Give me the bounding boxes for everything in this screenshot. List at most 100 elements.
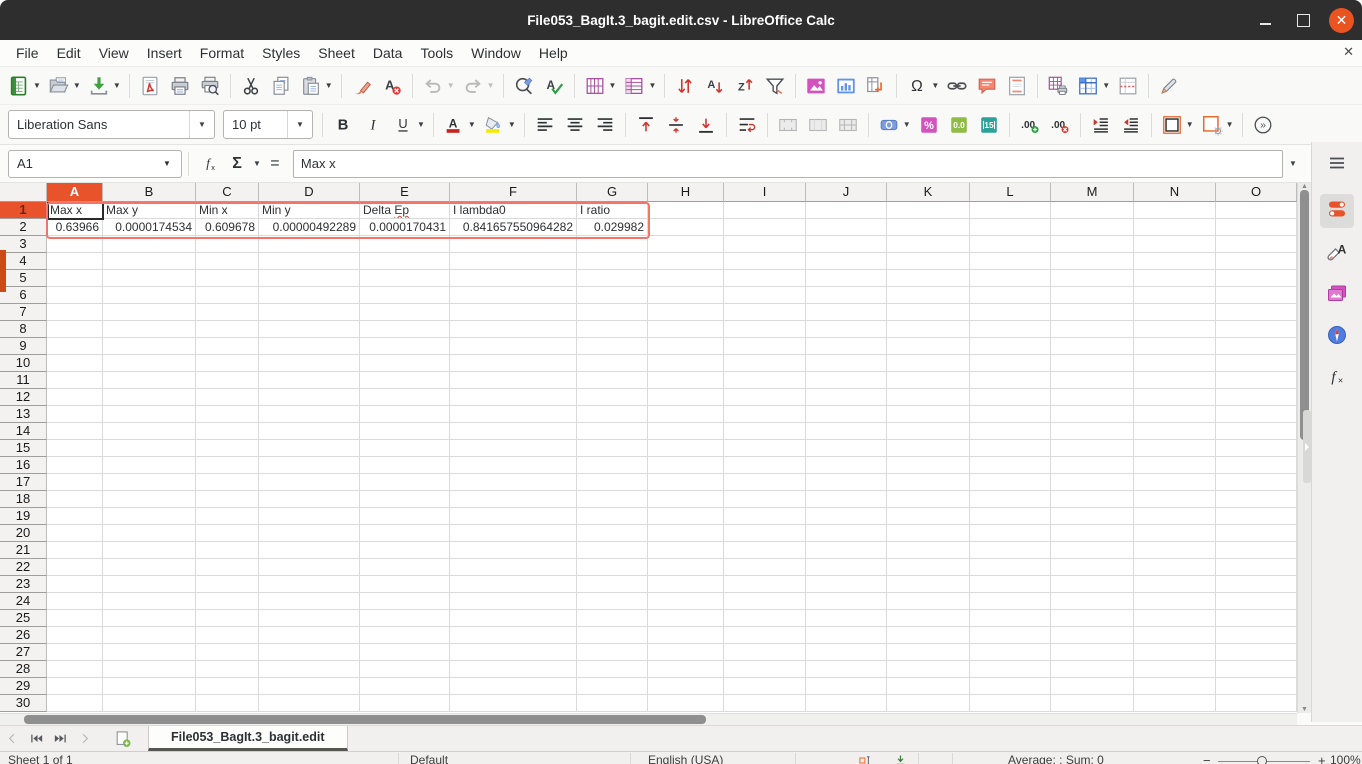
cell-A17[interactable] [47,474,103,491]
cell-M23[interactable] [1051,576,1134,593]
cell-H18[interactable] [648,491,724,508]
column-dropdown[interactable]: ▼ [648,81,656,90]
cell-L10[interactable] [970,355,1051,372]
cell-M16[interactable] [1051,457,1134,474]
cell-O16[interactable] [1216,457,1297,474]
cell-K23[interactable] [887,576,970,593]
cell-G13[interactable] [577,406,648,423]
formula-input[interactable]: Max x [293,150,1283,178]
cell-C29[interactable] [196,678,259,695]
cell-A10[interactable] [47,355,103,372]
cell-M26[interactable] [1051,627,1134,644]
row-header-9[interactable]: 9 [0,338,47,355]
cell-F28[interactable] [450,661,577,678]
cell-E23[interactable] [360,576,450,593]
cell-N21[interactable] [1134,542,1216,559]
cell-G3[interactable] [577,236,648,253]
cell-I1[interactable] [724,202,806,219]
cell-B3[interactable] [103,236,196,253]
cell-M11[interactable] [1051,372,1134,389]
font-color-dropdown[interactable]: ▼ [468,120,476,129]
cell-M8[interactable] [1051,321,1134,338]
cell-N10[interactable] [1134,355,1216,372]
insert-image-button[interactable] [801,71,831,101]
increase-indent-button[interactable] [1086,110,1116,140]
cell-O27[interactable] [1216,644,1297,661]
border-style-button[interactable]: ▼ [1197,110,1237,140]
align-bottom-button[interactable] [691,110,721,140]
cell-J4[interactable] [806,253,887,270]
cell-D1[interactable]: Min y [259,202,360,219]
cell-M20[interactable] [1051,525,1134,542]
row-header-28[interactable]: 28 [0,661,47,678]
column-header-A[interactable]: A [47,183,103,202]
cell-O29[interactable] [1216,678,1297,695]
cell-G12[interactable] [577,389,648,406]
cell-O20[interactable] [1216,525,1297,542]
cell-C16[interactable] [196,457,259,474]
cell-B24[interactable] [103,593,196,610]
minimize-button[interactable] [1253,8,1277,32]
cell-B26[interactable] [103,627,196,644]
cell-O21[interactable] [1216,542,1297,559]
menu-file[interactable]: File [7,43,48,63]
row-header-14[interactable]: 14 [0,423,47,440]
cell-G30[interactable] [577,695,648,712]
cell-L1[interactable] [970,202,1051,219]
row-header-7[interactable]: 7 [0,304,47,321]
cell-D27[interactable] [259,644,360,661]
cell-C24[interactable] [196,593,259,610]
cell-D9[interactable] [259,338,360,355]
cell-L5[interactable] [970,270,1051,287]
cell-D10[interactable] [259,355,360,372]
cell-K27[interactable] [887,644,970,661]
cell-N16[interactable] [1134,457,1216,474]
cell-C10[interactable] [196,355,259,372]
cell-C13[interactable] [196,406,259,423]
cell-N26[interactable] [1134,627,1216,644]
cell-H16[interactable] [648,457,724,474]
row-header-1[interactable]: 1 [0,202,47,219]
row-header-4[interactable]: 4 [0,253,47,270]
cell-H30[interactable] [648,695,724,712]
cell-C22[interactable] [196,559,259,576]
column-header-O[interactable]: O [1216,183,1297,202]
cell-G2[interactable]: 0.029982 [577,219,648,236]
font-size-combo[interactable]: 10 pt▼ [223,110,313,139]
cell-C11[interactable] [196,372,259,389]
cell-G9[interactable] [577,338,648,355]
print-button[interactable] [165,71,195,101]
cell-A14[interactable] [47,423,103,440]
special-character-button[interactable]: Ω▼ [902,71,942,101]
cell-N27[interactable] [1134,644,1216,661]
cell-D25[interactable] [259,610,360,627]
row-header-27[interactable]: 27 [0,644,47,661]
cell-A4[interactable] [47,253,103,270]
cell-B9[interactable] [103,338,196,355]
bold-button[interactable]: B [328,110,358,140]
cell-I16[interactable] [724,457,806,474]
cell-F2[interactable]: 0.841657550964282 [450,219,577,236]
cell-M24[interactable] [1051,593,1134,610]
cell-C18[interactable] [196,491,259,508]
column-header-I[interactable]: I [724,183,806,202]
cell-J13[interactable] [806,406,887,423]
cell-J11[interactable] [806,372,887,389]
cell-A25[interactable] [47,610,103,627]
cell-N7[interactable] [1134,304,1216,321]
column-header-J[interactable]: J [806,183,887,202]
cell-I23[interactable] [724,576,806,593]
cell-H20[interactable] [648,525,724,542]
clear-formatting-button[interactable]: A [377,71,407,101]
sort-button[interactable] [670,71,700,101]
cell-M15[interactable] [1051,440,1134,457]
cell-F4[interactable] [450,253,577,270]
cell-A11[interactable] [47,372,103,389]
cell-J2[interactable] [806,219,887,236]
cell-I3[interactable] [724,236,806,253]
cell-O17[interactable] [1216,474,1297,491]
cell-L21[interactable] [970,542,1051,559]
cell-D22[interactable] [259,559,360,576]
cell-L18[interactable] [970,491,1051,508]
cell-G14[interactable] [577,423,648,440]
